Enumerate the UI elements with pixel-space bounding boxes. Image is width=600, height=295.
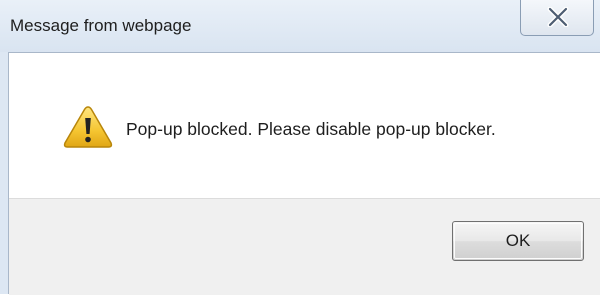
warning-icon [63, 106, 113, 148]
close-x-icon [547, 7, 569, 27]
dialog-title: Message from webpage [10, 16, 192, 35]
dialog-message: Pop-up blocked. Please disable pop-up bl… [126, 119, 496, 139]
message-dialog: Message from webpage Pop-up blocked. Ple… [0, 0, 600, 295]
ok-button[interactable]: OK [452, 221, 584, 261]
title-bar: Message from webpage [0, 0, 600, 52]
close-button[interactable] [520, 0, 594, 36]
